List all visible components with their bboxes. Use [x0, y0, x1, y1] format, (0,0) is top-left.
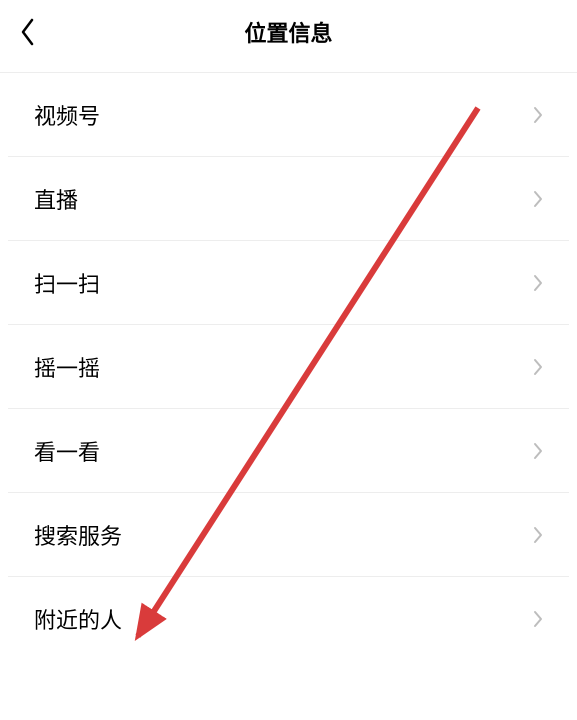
list-item-label: 直播 [34, 183, 78, 215]
chevron-right-icon [533, 610, 543, 628]
list-item-scan[interactable]: 扫一扫 [8, 241, 569, 325]
list-item-label: 看一看 [34, 435, 100, 467]
chevron-right-icon [533, 106, 543, 124]
list-item-live[interactable]: 直播 [8, 157, 569, 241]
chevron-right-icon [533, 526, 543, 544]
list-item-label: 视频号 [34, 99, 100, 131]
settings-list: 视频号 直播 扫一扫 摇一摇 看一看 搜索服务 附近的人 [0, 72, 577, 661]
back-icon [20, 18, 36, 46]
list-item-people-nearby[interactable]: 附近的人 [8, 577, 569, 661]
list-item-shake[interactable]: 摇一摇 [8, 325, 569, 409]
header: 位置信息 [0, 0, 577, 64]
list-item-top-stories[interactable]: 看一看 [8, 409, 569, 493]
list-item-label: 摇一摇 [34, 351, 100, 383]
page-title: 位置信息 [0, 16, 577, 48]
back-button[interactable] [8, 12, 48, 52]
list-item-channels[interactable]: 视频号 [8, 73, 569, 157]
chevron-right-icon [533, 442, 543, 460]
chevron-right-icon [533, 358, 543, 376]
list-item-label: 扫一扫 [34, 267, 100, 299]
chevron-right-icon [533, 190, 543, 208]
chevron-right-icon [533, 274, 543, 292]
list-item-label: 搜索服务 [34, 519, 122, 551]
list-item-label: 附近的人 [34, 603, 122, 635]
list-item-search-service[interactable]: 搜索服务 [8, 493, 569, 577]
